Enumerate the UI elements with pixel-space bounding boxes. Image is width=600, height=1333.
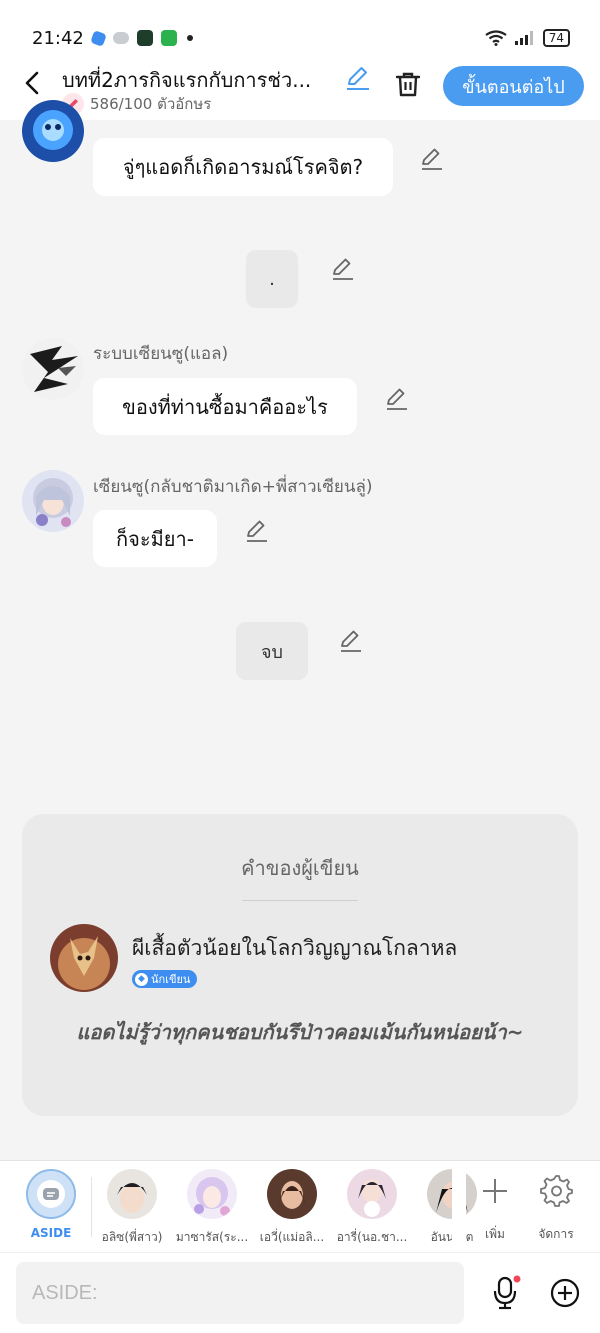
next-step-button[interactable]: ขั้นตอนต่อไป (443, 66, 584, 106)
status-time: 21:42 (32, 28, 84, 49)
character-item[interactable]: เอวี่(แม่อลิ... (252, 1169, 332, 1247)
edit-icon[interactable] (338, 628, 364, 654)
divider (242, 900, 358, 901)
avatar[interactable] (22, 100, 84, 162)
signal-icon (514, 31, 533, 45)
narration-bubble[interactable]: จบ (236, 622, 308, 680)
plus-icon (483, 1179, 507, 1203)
chat-bubble-icon (37, 1180, 65, 1208)
app-notification-icon (137, 30, 153, 46)
writer-badge-label: นักเขียน (151, 973, 191, 986)
dialogue-bubble[interactable]: ก็จะมียา- (93, 510, 217, 567)
narration-bubble[interactable]: . (246, 250, 298, 308)
speaker-name: ระบบเซียนซู(แอล) (93, 344, 229, 364)
edit-title-icon[interactable] (344, 64, 372, 92)
character-count: 586/100 ตัวอักษร (62, 92, 211, 116)
author-avatar[interactable] (50, 924, 118, 992)
manage-characters-button[interactable]: จัดการ (529, 1169, 583, 1244)
avatar (347, 1169, 397, 1219)
dialogue-bubble[interactable]: จู่ๆแอดก็เกิดอารมณ์โรคจิต? (93, 138, 393, 196)
add-character-label: เพิ่ม (485, 1227, 505, 1241)
writer-badge: ◆ นักเขียน (132, 970, 198, 988)
app-notification-icon (161, 30, 177, 46)
avatar (267, 1169, 317, 1219)
input-bar (0, 1252, 600, 1333)
character-item[interactable]: อารี่(นอ.ชา... (332, 1169, 412, 1247)
edit-icon[interactable] (384, 386, 410, 412)
game-controller-icon (113, 32, 129, 44)
character-item[interactable]: มาซารัส(ระ... (172, 1169, 252, 1247)
character-bar: ASIDE อลิซ(พี่สาว) มาซารัส(ระ... เอวี่(แ… (0, 1160, 600, 1253)
edit-icon[interactable] (330, 256, 356, 282)
back-arrow-icon[interactable] (18, 68, 48, 98)
character-name: เอวี่(แม่อลิ... (259, 1230, 325, 1244)
add-circle-icon[interactable] (549, 1277, 581, 1309)
feather-icon: ◆ (135, 972, 148, 986)
notification-icons (90, 29, 193, 47)
character-item[interactable]: อลิซ(พี่สาว) (92, 1169, 172, 1247)
author-name[interactable]: ผีเสื้อตัวน้อยในโลกวิญญาณโกลาหล (132, 932, 457, 965)
wifi-icon (485, 30, 507, 46)
scroll-fade (452, 1161, 466, 1253)
trash-icon[interactable] (394, 70, 422, 98)
microphone-icon[interactable] (490, 1275, 522, 1311)
author-note-heading: คำของผู้เขียน (241, 856, 359, 880)
aside-button[interactable] (26, 1169, 76, 1219)
avatar (187, 1169, 237, 1219)
character-count-text: 586/100 ตัวอักษร (90, 95, 212, 113)
edit-icon[interactable] (244, 518, 270, 544)
status-bar: 21:42 74 (0, 0, 600, 58)
author-note-text: แอดไม่รู้ว่าทุกคนชอบกันรึป่าวคอมเม้นกันห… (76, 1020, 524, 1044)
character-name: อารี่(นอ.ชา... (336, 1230, 408, 1244)
avatar[interactable] (22, 338, 84, 400)
aside-label: ASIDE (30, 1226, 72, 1240)
more-dot-icon (187, 35, 193, 41)
character-name: มาซารัส(ระ... (175, 1230, 249, 1244)
character-name: อลิซ(พี่สาว) (101, 1230, 163, 1244)
add-character-button[interactable]: เพิ่ม (468, 1169, 522, 1244)
edit-icon[interactable] (419, 146, 445, 172)
dialogue-bubble[interactable]: ของที่ท่านซื้อมาคืออะไร (93, 378, 357, 435)
battery-icon: 74 (542, 29, 570, 47)
avatar[interactable] (22, 470, 84, 532)
gear-icon (540, 1175, 573, 1207)
app-notification-icon (90, 29, 107, 47)
speaker-name: เซียนซู(กลับชาติมาเกิด+พี่สาวเซียนลู่) (93, 477, 373, 497)
manage-characters-label: จัดการ (538, 1227, 574, 1241)
message-input[interactable] (16, 1262, 464, 1324)
author-note-card: คำของผู้เขียน ผีเสื้อตัวน้อยในโลกวิญญาณโ… (22, 814, 578, 1116)
chapter-header: บทที่2ภารกิจแรกกับการช่ว... 586/100 ตัวอ… (0, 58, 600, 120)
avatar (107, 1169, 157, 1219)
